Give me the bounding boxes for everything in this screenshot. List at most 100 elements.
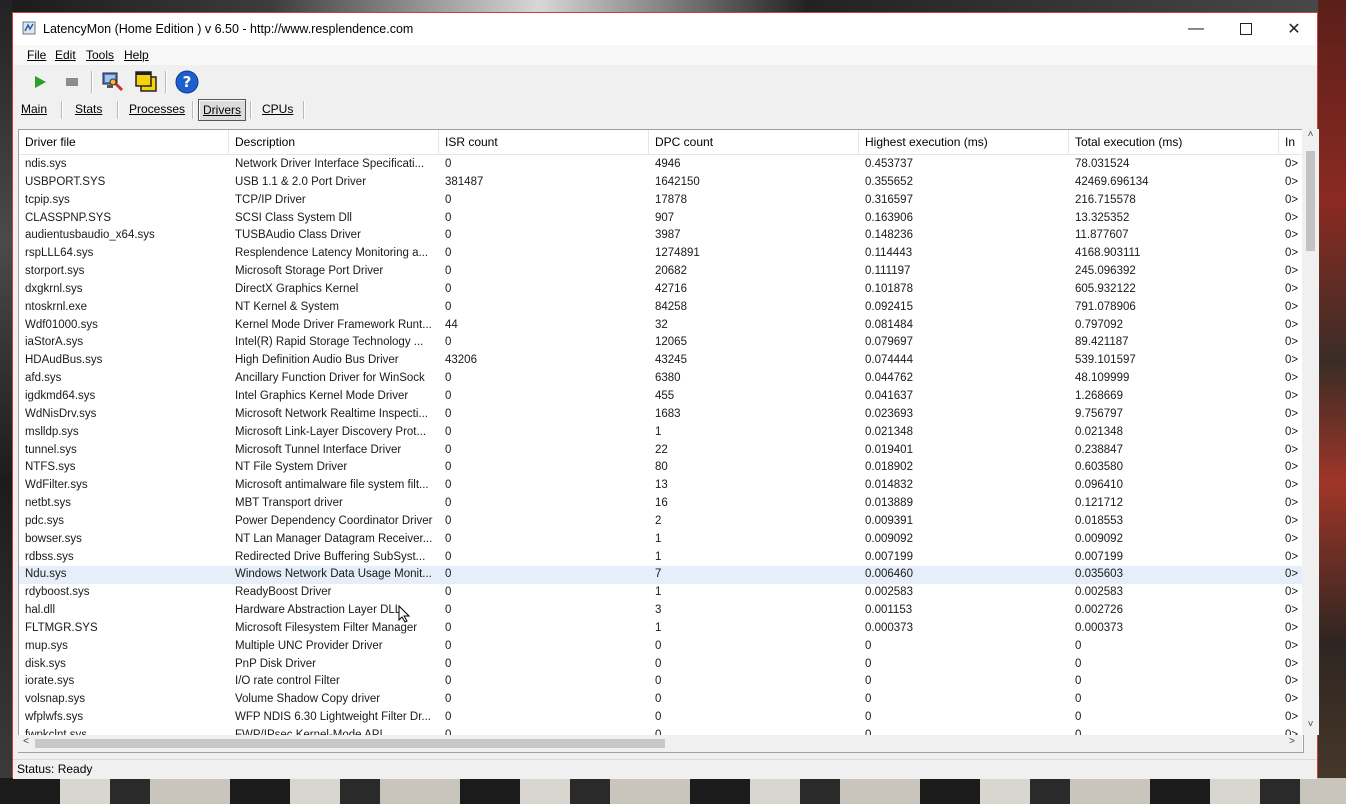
total-execution-cell: 0.035603 [1075,568,1123,581]
description-cell: NT Kernel & System [235,300,339,313]
driver-file-cell: FLTMGR.SYS [25,621,98,634]
table-row[interactable]: Wdf01000.sys Kernel Mode Driver Framework… [19,317,1303,335]
vertical-scrollbar[interactable]: ˄ ˅ [1302,129,1319,735]
driver-file-cell: bowser.sys [25,532,82,545]
scroll-down-icon[interactable]: ˅ [1302,719,1319,730]
highest-execution-cell: 0 [865,657,872,670]
table-row[interactable]: HDAudBus.sys High Definition Audio Bus Dr… [19,352,1303,370]
table-row[interactable]: ntoskrnl.exe NT Kernel & System 0 84258 0.09… [19,299,1303,317]
driver-file-cell: disk.sys [25,657,66,670]
table-row[interactable]: storport.sys Microsoft Storage Port Drive… [19,263,1303,281]
help-icon: ? [175,70,199,94]
tab-stats[interactable]: Stats [71,99,106,119]
close-button[interactable]: ✕ [1271,13,1317,45]
description-cell: PnP Disk Driver [235,657,316,670]
table-row[interactable]: iorate.sys I/O rate control Filter 0 0 0 0 0> [19,673,1303,691]
toolbar: ? [13,65,1317,99]
table-row[interactable]: volsnap.sys Volume Shadow Copy driver 0 0 0 0… [19,691,1303,709]
description-cell: Ancillary Function Driver for WinSock [235,372,425,385]
table-row[interactable]: bowser.sys NT Lan Manager Datagram Receiv… [19,531,1303,549]
table-row[interactable]: netbt.sys MBT Transport driver 0 16 0.013889… [19,495,1303,513]
column-header-dpc-count[interactable]: DPC count [649,130,859,154]
horizontal-scrollbar[interactable]: ˂ ˃ [18,735,1302,752]
dpc-count-cell: 1274891 [655,247,700,260]
table-row[interactable]: tunnel.sys Microsoft Tunnel Interface Dri… [19,442,1303,460]
play-icon [35,76,46,88]
maximize-button[interactable] [1223,13,1269,45]
description-cell: Redirected Drive Buffering SubSyst... [235,550,426,563]
column-header-highest-execution[interactable]: Highest execution (ms) [859,130,1069,154]
table-row[interactable]: wfplwfs.sys WFP NDIS 6.30 Lightweight Fil… [19,709,1303,727]
highest-execution-cell: 0.163906 [865,211,913,224]
in-cell: 0> [1285,389,1299,402]
column-header-isr-count[interactable]: ISR count [439,130,649,154]
vertical-scroll-thumb[interactable] [1306,151,1315,251]
highest-execution-cell: 0.001153 [865,604,913,617]
tab-cpus[interactable]: CPUs [258,99,297,119]
menu-edit[interactable]: Edit [55,48,76,62]
stop-button[interactable] [59,69,85,95]
windows-button[interactable] [133,69,159,95]
scroll-up-icon[interactable]: ˄ [1302,129,1319,140]
scroll-left-icon[interactable]: ˂ [20,736,32,747]
minimize-icon: — [1188,20,1204,37]
highest-execution-cell: 0.018902 [865,461,913,474]
in-cell: 0> [1285,318,1299,331]
table-row[interactable]: dxgkrnl.sys DirectX Graphics Kernel 0 42716… [19,281,1303,299]
total-execution-cell: 4168.903111 [1075,247,1141,260]
table-row[interactable]: audientusbaudio_x64.sys TUSBAudio Class D… [19,227,1303,245]
dpc-count-cell: 13 [655,479,668,492]
tab-processes[interactable]: Processes [125,99,189,119]
table-row[interactable]: NTFS.sys NT File System Driver 0 80 0.018902… [19,459,1303,477]
description-cell: ReadyBoost Driver [235,586,332,599]
table-row[interactable]: iaStorA.sys Intel(R) Rapid Storage Techno… [19,334,1303,352]
tab-drivers[interactable]: Drivers [198,99,246,121]
help-button[interactable]: ? [174,69,200,95]
column-header-description[interactable]: Description [229,130,439,154]
tab-main[interactable]: Main [17,99,51,119]
table-row[interactable]: ndis.sys Network Driver Interface Specifi… [19,156,1303,174]
table-row[interactable]: tcpip.sys TCP/IP Driver 0 17878 0.316597 216.… [19,192,1303,210]
total-execution-cell: 0.002726 [1075,604,1123,617]
table-row[interactable]: WdFilter.sys Microsoft antimalware file s… [19,477,1303,495]
in-cell: 0> [1285,514,1299,527]
table-row[interactable]: mup.sys Multiple UNC Provider Driver 0 0 0 0 0… [19,638,1303,656]
menu-file[interactable]: File [27,48,46,62]
table-row[interactable]: WdNisDrv.sys Microsoft Network Realtime I… [19,406,1303,424]
table-row[interactable]: pdc.sys Power Dependency Coordinator Driv… [19,513,1303,531]
tab-separator [61,101,63,119]
start-button[interactable] [27,69,53,95]
scroll-right-icon[interactable]: ˃ [1286,736,1298,747]
dpc-count-cell: 0 [655,657,662,670]
table-row[interactable]: Ndu.sys Windows Network Data Usage Monit.… [19,566,1303,585]
menu-help[interactable]: Help [124,48,149,62]
table-row[interactable]: afd.sys Ancillary Function Driver for Win… [19,370,1303,388]
table-row[interactable]: disk.sys PnP Disk Driver 0 0 0 0 0> [19,656,1303,674]
total-execution-cell: 78.031524 [1075,158,1130,170]
table-row[interactable]: FLTMGR.SYS Microsoft Filesystem Filter Ma… [19,620,1303,638]
computer-button[interactable] [99,69,125,95]
total-execution-cell: 42469.696134 [1075,175,1149,188]
tab-bar: Main Stats Processes Drivers CPUs [13,99,1317,121]
menu-tools[interactable]: Tools [86,48,114,62]
table-row[interactable]: USBPORT.SYS USB 1.1 & 2.0 Port Driver 3814… [19,174,1303,192]
dpc-count-cell: 1 [655,621,662,634]
isr-count-cell: 0 [445,532,452,545]
table-row[interactable]: CLASSPNP.SYS SCSI Class System Dll 0 907 0.1… [19,210,1303,228]
table-row[interactable]: rdyboost.sys ReadyBoost Driver 0 1 0.002583 0… [19,584,1303,602]
horizontal-scroll-thumb[interactable] [35,739,665,748]
minimize-button[interactable]: — [1173,13,1219,45]
table-row[interactable]: mslldp.sys Microsoft Link-Layer Discovery… [19,424,1303,442]
title-bar[interactable]: LatencyMon (Home Edition ) v 6.50 - http… [13,13,1317,45]
dpc-count-cell: 1 [655,586,662,599]
isr-count-cell: 0 [445,443,452,456]
table-row[interactable]: rdbss.sys Redirected Drive Buffering SubS… [19,549,1303,567]
column-header-total-execution[interactable]: Total execution (ms) [1069,130,1279,154]
table-row[interactable]: rspLLL64.sys Resplendence Latency Monitor… [19,245,1303,263]
table-row[interactable]: igdkmd64.sys Intel Graphics Kernel Mode D… [19,388,1303,406]
column-header-in[interactable]: In [1279,130,1303,154]
table-row[interactable]: hal.dll Hardware Abstraction Layer DLL 0 3 0… [19,602,1303,620]
column-header-driver-file[interactable]: Driver file [19,130,229,154]
svg-text:?: ? [183,73,192,91]
total-execution-cell: 0.096410 [1075,479,1123,492]
